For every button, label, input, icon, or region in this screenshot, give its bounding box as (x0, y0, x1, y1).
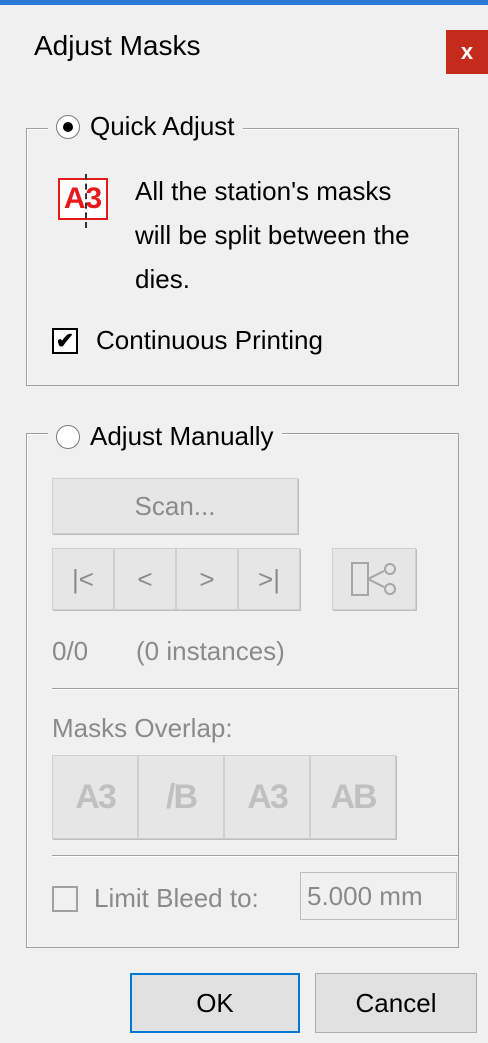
overlap-ab-icon: AB (330, 777, 377, 816)
quick-adjust-label: Quick Adjust (90, 111, 235, 141)
last-button[interactable]: >| (238, 548, 300, 610)
next-icon: > (199, 563, 215, 594)
instance-counter: 0/0 (52, 636, 89, 666)
previous-icon: < (137, 563, 153, 594)
first-icon: |< (72, 563, 94, 594)
checkbox-unchecked-icon (52, 885, 78, 912)
adjust-manually-radio[interactable]: Adjust Manually (48, 421, 282, 452)
radio-selected-icon (56, 114, 80, 139)
ok-button[interactable]: OK (130, 973, 300, 1033)
overlap-option-3[interactable]: A3 (224, 755, 310, 839)
last-icon: >| (258, 563, 280, 594)
overlap-a3-split-icon: A3 (247, 777, 288, 816)
close-icon: x (460, 39, 474, 64)
quick-adjust-description: All the station's masks will be split be… (135, 169, 410, 301)
limit-bleed-label: Limit Bleed to: (94, 883, 259, 913)
limit-bleed-checkbox[interactable]: Limit Bleed to: (52, 883, 259, 914)
description-line: dies. (135, 264, 190, 294)
previous-button[interactable]: < (114, 548, 176, 610)
dialog-title: Adjust Masks (34, 30, 201, 61)
continuous-printing-label: Continuous Printing (96, 325, 323, 355)
overlap-option-1[interactable]: A3 (52, 755, 138, 839)
continuous-printing-checkbox[interactable]: ✔ Continuous Printing (52, 325, 323, 356)
scan-button[interactable]: Scan... (52, 478, 298, 534)
close-button[interactable]: x (446, 30, 488, 74)
checkbox-checked-icon: ✔ (52, 327, 78, 354)
description-line: All the station's masks (135, 176, 392, 206)
window-top-border (0, 0, 488, 5)
next-button[interactable]: > (176, 548, 238, 610)
adjust-manually-label: Adjust Manually (90, 421, 274, 451)
overlap-option-4[interactable]: AB (310, 755, 396, 839)
separator (52, 855, 458, 857)
split-scissors-button[interactable] (332, 548, 416, 610)
scissors-icon (351, 562, 396, 596)
first-button[interactable]: |< (52, 548, 114, 610)
overlap-b-icon: /B (166, 777, 198, 816)
cancel-button[interactable]: Cancel (315, 973, 477, 1033)
instances-count: (0 instances) (136, 636, 285, 666)
radio-unselected-icon (56, 424, 80, 449)
description-line: will be split between the (135, 220, 410, 250)
split-masks-icon: A3 (58, 174, 108, 228)
overlap-option-2[interactable]: /B (138, 755, 224, 839)
quick-adjust-radio[interactable]: Quick Adjust (48, 111, 243, 142)
separator (52, 688, 458, 690)
masks-overlap-label: Masks Overlap: (52, 713, 233, 743)
bleed-value-input[interactable]: 5.000 mm (300, 872, 457, 920)
overlap-a3-icon: A3 (75, 777, 116, 816)
